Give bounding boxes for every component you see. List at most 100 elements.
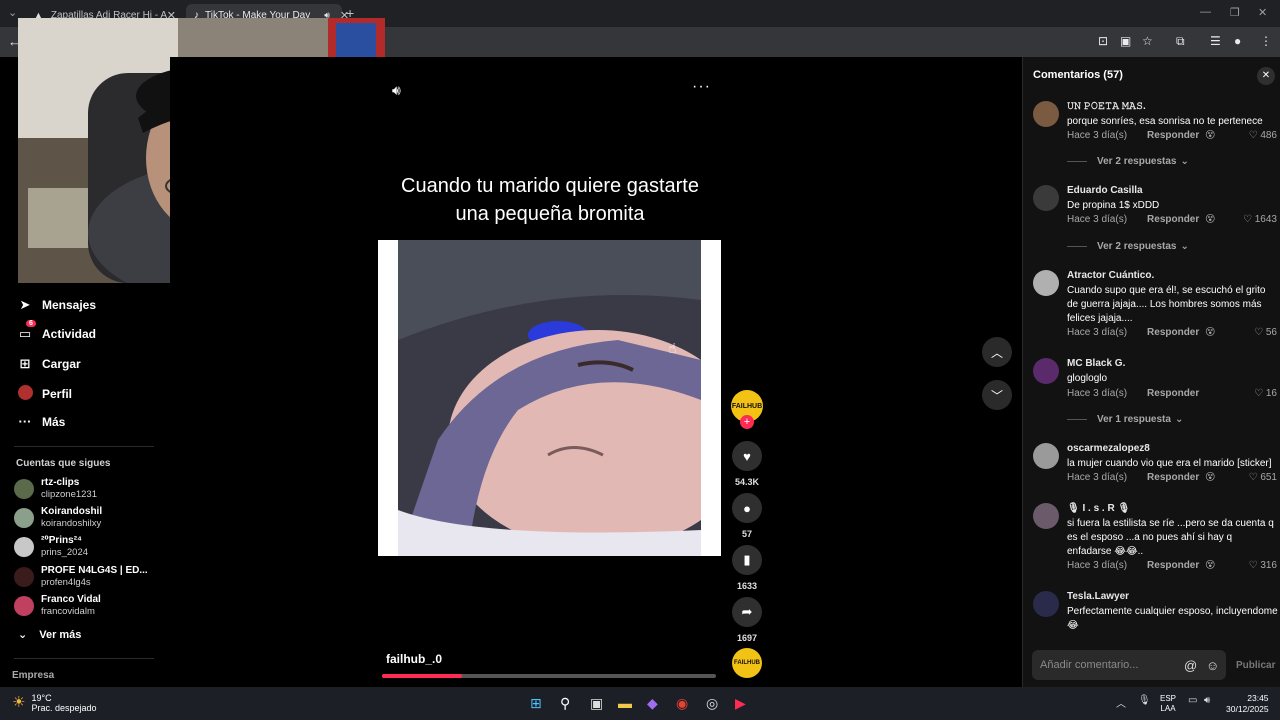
reply-button[interactable]: Responder [1147, 327, 1199, 338]
previous-video-button[interactable]: ︿ [982, 337, 1012, 367]
video-author[interactable]: failhub_.0 [386, 652, 442, 666]
windows-start-icon[interactable]: ⊞ [530, 695, 542, 712]
network-icon[interactable]: ▭ [1188, 695, 1197, 706]
bookmark-icon[interactable]: ▮ [732, 545, 762, 575]
sidebar-item-more[interactable]: ··· Más [16, 414, 66, 429]
see-more-button[interactable]: ⌄ Ver más [18, 628, 81, 641]
mention-icon[interactable]: @ [1184, 658, 1197, 673]
comment-likes: 486 [1260, 130, 1277, 141]
emoji-icon[interactable]: ☺ [1206, 658, 1219, 673]
followed-account[interactable]: Franco Vidal francovidalm [14, 594, 101, 618]
followed-account[interactable]: Koirandoshil koirandoshilxy [14, 506, 102, 530]
share-action[interactable]: ➦ 1697 [732, 597, 762, 643]
follow-plus-icon[interactable]: + [740, 415, 754, 429]
comment-user[interactable]: oscarmezalopez8 [1067, 443, 1150, 454]
task-view-icon[interactable]: ▣ [590, 695, 603, 712]
sidebar-item-upload[interactable]: ⊞ Cargar [16, 356, 81, 372]
comment-like-button[interactable]: ♡ 56 [1254, 327, 1277, 338]
translate-icon[interactable]: ▣ [1120, 34, 1131, 48]
comment-like-button[interactable]: ♡ 651 [1249, 472, 1277, 483]
emoji-reaction-icon[interactable]: 😵 [1205, 472, 1215, 483]
more-options-icon[interactable]: ··· [692, 78, 711, 96]
avatar[interactable] [1033, 101, 1059, 127]
menu-kebab-icon[interactable]: ⋮ [1260, 34, 1272, 48]
divider [1067, 161, 1087, 162]
footer-company-link[interactable]: Empresa [12, 670, 54, 681]
reply-button[interactable]: Responder [1147, 130, 1199, 141]
comment-like-button[interactable]: ♡ 316 [1249, 560, 1277, 571]
comment-like-button[interactable]: ♡ 1643 [1243, 214, 1277, 225]
lang-secondary: LAA [1160, 704, 1176, 713]
media-player-icon[interactable]: ▶ [735, 695, 746, 712]
bookmark-star-icon[interactable]: ☆ [1142, 34, 1153, 48]
like-action[interactable]: ♥ 54.3K [732, 441, 762, 487]
view-replies-button[interactable]: Ver 2 respuestas ⌄ [1067, 241, 1189, 252]
comment-action[interactable]: ● 57 [732, 493, 762, 539]
search-icon[interactable]: ⚲ [560, 695, 570, 712]
avatar[interactable] [1033, 185, 1059, 211]
profile-avatar-icon[interactable]: ● [1234, 34, 1241, 48]
avatar[interactable] [1033, 503, 1059, 529]
video-content[interactable] [398, 240, 701, 556]
view-replies-button[interactable]: Ver 2 respuestas ⌄ [1067, 156, 1189, 167]
tab-list-icon[interactable]: ⌄ [8, 6, 17, 19]
copilot-icon[interactable]: ◆ [647, 695, 658, 712]
obs-icon[interactable]: ◎ [706, 695, 718, 712]
comment-bubble-icon[interactable]: ● [732, 493, 762, 523]
publish-button[interactable]: Publicar [1236, 660, 1275, 671]
video-progress-fill [382, 674, 463, 678]
view-replies-button[interactable]: Ver 1 respuesta ⌄ [1067, 414, 1183, 425]
speaker-icon[interactable]: 🔊︎ [1204, 695, 1210, 706]
close-window-icon[interactable]: ✕ [1258, 6, 1267, 19]
followed-account[interactable]: rtz-clips clipzone1231 [14, 477, 97, 501]
avatar[interactable] [1033, 591, 1059, 617]
reading-list-icon[interactable]: ☰ [1210, 34, 1221, 48]
close-icon[interactable]: ✕ [1257, 67, 1275, 85]
emoji-reaction-icon[interactable]: 😵 [1205, 214, 1215, 225]
emoji-reaction-icon[interactable]: 😵 [1205, 560, 1215, 571]
comment-user[interactable]: 𝚄𝙽 𝙿𝙾𝙴𝚃𝙰 𝙼𝙰𝚂. [1067, 101, 1146, 112]
file-explorer-icon[interactable]: ▬ [618, 695, 632, 711]
emoji-reaction-icon[interactable]: 😵 [1205, 130, 1215, 141]
comment-user[interactable]: Eduardo Casilla [1067, 185, 1143, 196]
comment-like-button[interactable]: ♡ 486 [1249, 130, 1277, 141]
chrome-icon[interactable]: ◉ [676, 695, 688, 712]
account-handle: profen4lg4s [41, 577, 91, 588]
extensions-icon[interactable]: ⧉ [1176, 34, 1185, 49]
weather-widget[interactable]: ☀ 19°C Prac. despejado [12, 693, 97, 713]
system-clock[interactable]: 23:45 30/12/2025 [1226, 693, 1269, 715]
install-icon[interactable]: ⊡ [1098, 34, 1108, 48]
sidebar-item-profile[interactable]: Perfil [16, 385, 72, 403]
share-arrow-icon[interactable]: ➦ [732, 597, 762, 627]
sound-disc-icon[interactable]: FAILHUB [732, 648, 762, 678]
emoji-reaction-icon[interactable]: 😵 [1205, 327, 1215, 338]
reply-button[interactable]: Responder [1147, 472, 1199, 483]
reply-button[interactable]: Responder [1147, 560, 1199, 571]
save-action[interactable]: ▮ 1633 [732, 545, 762, 591]
comment-user[interactable]: Tesla.Lawyer [1067, 591, 1129, 602]
comment-user[interactable]: MC Black G. [1067, 358, 1125, 369]
account-handle: koirandoshilxy [41, 518, 102, 529]
avatar[interactable] [1033, 358, 1059, 384]
maximize-icon[interactable]: ❐ [1230, 6, 1240, 19]
comment-user[interactable]: 🎙 I . s . R 🎙 [1067, 503, 1130, 514]
microphone-icon[interactable]: 🎙︎ [1138, 695, 1151, 706]
comment-user[interactable]: Atractor Cuántico. [1067, 270, 1154, 281]
tray-overflow-icon[interactable]: ︿ [1116, 695, 1126, 710]
language-indicator[interactable]: ESP LAA [1160, 694, 1176, 714]
next-video-button[interactable]: ﹀ [982, 380, 1012, 410]
sidebar-item-activity[interactable]: ▭ 6 Actividad [16, 320, 96, 342]
video-progress-bar[interactable] [382, 674, 716, 678]
reply-button[interactable]: Responder [1147, 388, 1199, 399]
volume-icon[interactable]: 🔊︎ [392, 82, 401, 99]
followed-account[interactable]: PROFE N4LG4S | ED... profen4lg4s [14, 565, 148, 589]
followed-account[interactable]: ²⁰Prins²⁴ prins_2024 [14, 535, 88, 559]
reply-button[interactable]: Responder [1147, 214, 1199, 225]
avatar[interactable] [1033, 443, 1059, 469]
avatar[interactable] [1033, 270, 1059, 296]
comment-like-button[interactable]: ♡ 16 [1254, 388, 1277, 399]
sidebar-item-messages[interactable]: ➤ Mensajes [16, 297, 96, 313]
heart-icon[interactable]: ♥ [732, 441, 762, 471]
minimize-icon[interactable]: — [1200, 6, 1211, 18]
comment-input[interactable]: Añadir comentario... @ ☺ [1032, 650, 1226, 680]
